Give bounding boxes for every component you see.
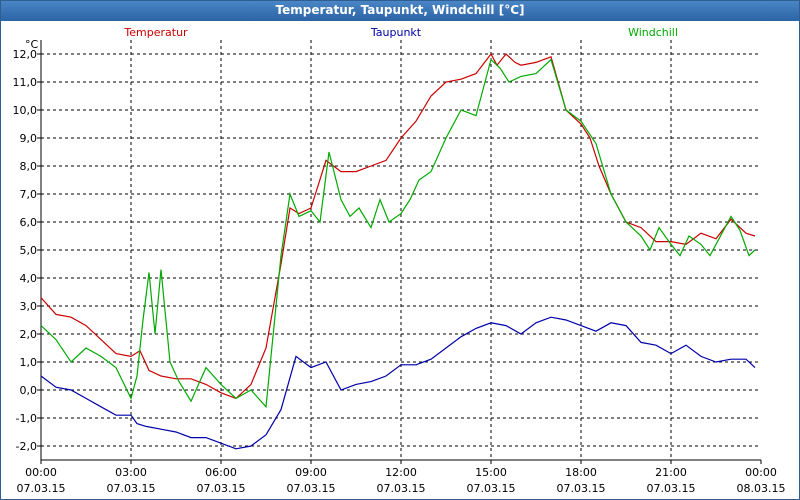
y-tick-label: 5,0 (20, 244, 38, 257)
series-line-taupunkt (40, 316, 756, 450)
series-line-windchill (40, 58, 756, 409)
y-tick-label: 3,0 (20, 300, 38, 313)
x-tick-label-time: 18:00 (565, 466, 597, 479)
legend-entry-windchill: Windchill (628, 26, 678, 39)
chart-window: Temperatur, Taupunkt, Windchill [°C] -2,… (0, 0, 800, 500)
y-tick-label: 0,0 (20, 384, 38, 397)
y-tick-label: 11,0 (13, 76, 38, 89)
x-tick-label-date: 07.03.15 (377, 482, 426, 495)
x-tick-label-date: 07.03.15 (197, 482, 246, 495)
x-tick-label-time: 15:00 (475, 466, 507, 479)
y-tick-label: 4,0 (20, 272, 38, 285)
y-tick-label: 1,0 (20, 356, 38, 369)
x-tick-label-date: 07.03.15 (467, 482, 516, 495)
window-title: Temperatur, Taupunkt, Windchill [°C] (275, 3, 525, 17)
x-tick-label-time: 12:00 (385, 466, 417, 479)
x-tick-label-date: 08.03.15 (737, 482, 786, 495)
legend-entry-temperatur: Temperatur (123, 26, 188, 39)
x-tick-label-time: 21:00 (655, 466, 687, 479)
y-tick-label: 2,0 (20, 328, 38, 341)
x-tick-label-time: 00:00 (25, 466, 57, 479)
y-tick-label: 10,0 (13, 104, 38, 117)
y-tick-label: 9,0 (20, 132, 38, 145)
series-line-temperatur (40, 52, 756, 400)
y-tick-label: 7,0 (20, 188, 38, 201)
y-tick-label: 6,0 (20, 216, 38, 229)
x-tick-label-time: 09:00 (295, 466, 327, 479)
y-unit-label: °C (25, 38, 39, 51)
x-tick-label-date: 07.03.15 (17, 482, 66, 495)
legend-entry-taupunkt: Taupunkt (370, 26, 422, 39)
x-tick-label-time: 00:00 (745, 466, 777, 479)
x-tick-label-time: 06:00 (205, 466, 237, 479)
x-tick-label-date: 07.03.15 (287, 482, 336, 495)
x-tick-label-date: 07.03.15 (107, 482, 156, 495)
y-tick-label: 8,0 (20, 160, 38, 173)
x-tick-label-time: 03:00 (115, 466, 147, 479)
y-tick-label: -2,0 (16, 440, 37, 453)
x-tick-label-date: 07.03.15 (557, 482, 606, 495)
title-bar: Temperatur, Taupunkt, Windchill [°C] (1, 1, 799, 21)
x-tick-label-date: 07.03.15 (647, 482, 696, 495)
y-tick-label: -1,0 (16, 412, 37, 425)
line-chart: -2,0 -1,0 0,0 1,0 2,0 3,0 4,0 5,0 6,0 7,0 8,0 9,0 10… (13, 26, 786, 495)
